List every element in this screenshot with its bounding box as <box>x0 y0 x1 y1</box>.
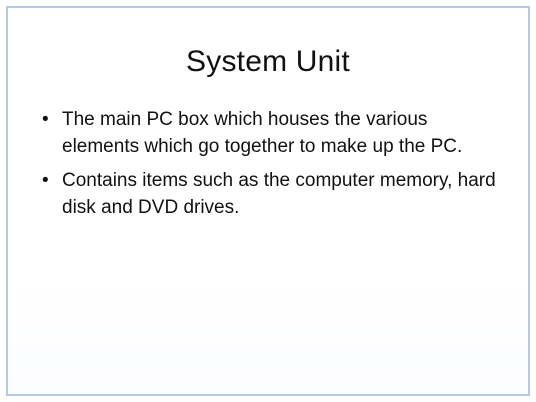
slide: System Unit • The main PC box which hous… <box>8 8 528 394</box>
bullet-item-2: • Contains items such as the computer me… <box>42 167 502 221</box>
slide-title: System Unit <box>186 45 350 78</box>
bullet-text-2: Contains items such as the computer memo… <box>62 170 496 218</box>
bullet-marker-1: • <box>42 109 49 130</box>
bullet-marker-2: • <box>42 170 49 191</box>
slide-frame: System Unit • The main PC box which hous… <box>6 6 530 396</box>
bullet-text-1: The main PC box which houses the various… <box>62 109 463 157</box>
bullet-list: • The main PC box which houses the vario… <box>42 106 502 228</box>
bullet-item-1: • The main PC box which houses the vario… <box>42 106 502 160</box>
